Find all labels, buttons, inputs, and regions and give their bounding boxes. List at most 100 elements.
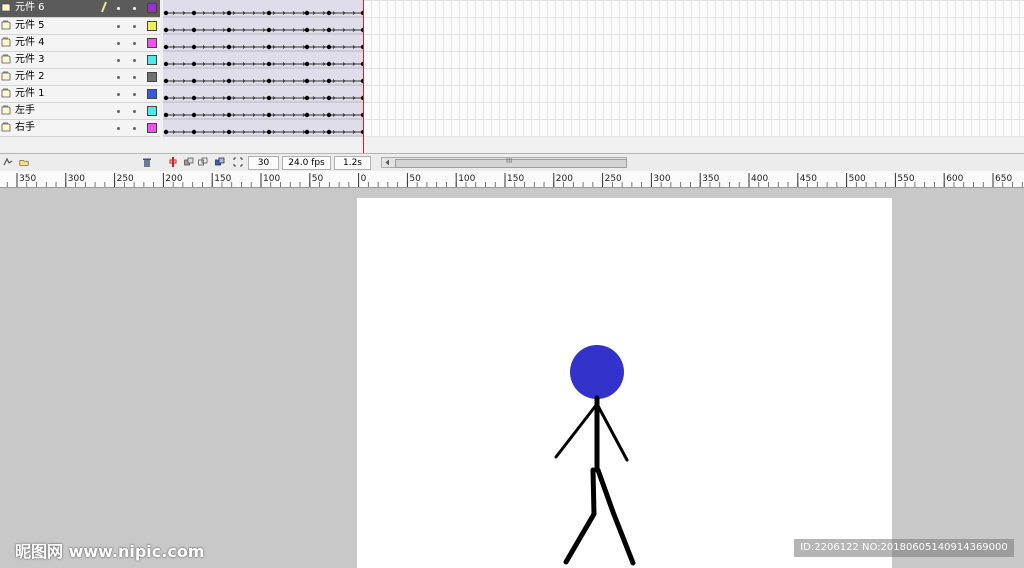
current-frame-field[interactable]: 30 xyxy=(248,156,279,170)
keyframe[interactable] xyxy=(304,78,310,84)
show-layer-toggle[interactable] xyxy=(117,59,120,62)
frame-rate-field[interactable]: 24.0 fps xyxy=(282,156,331,170)
scroll-thumb[interactable]: III xyxy=(395,157,627,168)
elapsed-time-field[interactable]: 1.2s xyxy=(334,156,371,170)
keyframe[interactable] xyxy=(304,129,310,135)
modify-onion-markers-icon[interactable] xyxy=(233,157,243,167)
onion-skin-icon[interactable] xyxy=(184,157,194,167)
stick-figure-right-arm[interactable] xyxy=(595,402,629,462)
keyframe[interactable] xyxy=(163,61,169,67)
layer-row[interactable]: 元件 5 xyxy=(0,18,160,35)
keyframe[interactable] xyxy=(191,95,197,101)
show-layer-toggle[interactable] xyxy=(117,110,120,113)
keyframe[interactable] xyxy=(326,112,332,118)
insert-folder-icon[interactable] xyxy=(19,157,29,167)
keyframe[interactable] xyxy=(226,95,232,101)
keyframe[interactable] xyxy=(226,129,232,135)
keyframe[interactable] xyxy=(266,129,272,135)
keyframe[interactable] xyxy=(191,10,197,16)
tween-span-area[interactable] xyxy=(163,0,366,137)
keyframe[interactable] xyxy=(226,112,232,118)
keyframe[interactable] xyxy=(191,61,197,67)
outline-color-swatch[interactable] xyxy=(147,3,157,13)
keyframe[interactable] xyxy=(304,61,310,67)
keyframe[interactable] xyxy=(304,27,310,33)
playhead[interactable] xyxy=(363,0,364,153)
keyframe[interactable] xyxy=(163,78,169,84)
keyframe[interactable] xyxy=(304,44,310,50)
layer-row[interactable]: 右手 xyxy=(0,120,160,137)
keyframe[interactable] xyxy=(326,78,332,84)
keyframe[interactable] xyxy=(191,129,197,135)
keyframe[interactable] xyxy=(226,44,232,50)
keyframe[interactable] xyxy=(191,44,197,50)
lock-layer-toggle[interactable] xyxy=(133,127,136,130)
stick-figure[interactable] xyxy=(357,198,892,568)
keyframe[interactable] xyxy=(163,27,169,33)
layer-row[interactable]: 元件 2 xyxy=(0,69,160,86)
lock-layer-toggle[interactable] xyxy=(133,76,136,79)
keyframe[interactable] xyxy=(304,95,310,101)
outline-color-swatch[interactable] xyxy=(147,72,157,82)
keyframe[interactable] xyxy=(163,44,169,50)
keyframe[interactable] xyxy=(326,129,332,135)
keyframe[interactable] xyxy=(191,27,197,33)
lock-layer-toggle[interactable] xyxy=(133,25,136,28)
outline-color-swatch[interactable] xyxy=(147,55,157,65)
show-layer-toggle[interactable] xyxy=(117,127,120,130)
keyframe[interactable] xyxy=(266,112,272,118)
keyframe[interactable] xyxy=(266,10,272,16)
scroll-left-arrow-icon[interactable] xyxy=(384,159,391,166)
keyframe[interactable] xyxy=(266,78,272,84)
keyframe[interactable] xyxy=(163,10,169,16)
keyframe[interactable] xyxy=(226,10,232,16)
keyframe[interactable] xyxy=(163,95,169,101)
outline-color-swatch[interactable] xyxy=(147,21,157,31)
keyframe[interactable] xyxy=(266,61,272,67)
show-layer-toggle[interactable] xyxy=(117,42,120,45)
stick-figure-left-arm[interactable] xyxy=(554,402,599,459)
keyframe[interactable] xyxy=(163,112,169,118)
show-layer-toggle[interactable] xyxy=(117,76,120,79)
keyframe[interactable] xyxy=(226,78,232,84)
layer-row[interactable]: 元件 4 xyxy=(0,35,160,52)
show-layer-toggle[interactable] xyxy=(117,7,120,10)
keyframe[interactable] xyxy=(163,129,169,135)
keyframe[interactable] xyxy=(304,10,310,16)
timeline-horizontal-scrollbar[interactable]: III xyxy=(381,157,627,168)
show-layer-toggle[interactable] xyxy=(117,25,120,28)
stick-figure-right-leg[interactable] xyxy=(595,467,636,566)
stick-figure-left-leg[interactable] xyxy=(563,467,597,565)
keyframe[interactable] xyxy=(326,10,332,16)
show-layer-toggle[interactable] xyxy=(117,93,120,96)
outline-color-swatch[interactable] xyxy=(147,38,157,48)
delete-layer-icon[interactable] xyxy=(142,157,152,167)
lock-layer-toggle[interactable] xyxy=(133,7,136,10)
outline-color-swatch[interactable] xyxy=(147,106,157,116)
keyframe[interactable] xyxy=(266,44,272,50)
edit-multiple-frames-icon[interactable] xyxy=(215,157,225,167)
lock-layer-toggle[interactable] xyxy=(133,42,136,45)
keyframe[interactable] xyxy=(326,61,332,67)
keyframe[interactable] xyxy=(226,61,232,67)
layer-row[interactable]: 元件 6 xyxy=(0,0,160,18)
stick-figure-head[interactable] xyxy=(570,345,624,399)
lock-layer-toggle[interactable] xyxy=(133,110,136,113)
keyframe[interactable] xyxy=(266,95,272,101)
onion-skin-outlines-icon[interactable] xyxy=(198,157,208,167)
outline-color-swatch[interactable] xyxy=(147,123,157,133)
keyframe[interactable] xyxy=(304,112,310,118)
layer-row[interactable]: 元件 3 xyxy=(0,52,160,69)
frame-grid[interactable] xyxy=(163,0,1024,137)
lock-layer-toggle[interactable] xyxy=(133,93,136,96)
keyframe[interactable] xyxy=(226,27,232,33)
lock-layer-toggle[interactable] xyxy=(133,59,136,62)
outline-color-swatch[interactable] xyxy=(147,89,157,99)
layer-row[interactable]: 左手 xyxy=(0,103,160,120)
keyframe[interactable] xyxy=(326,44,332,50)
keyframe[interactable] xyxy=(326,95,332,101)
keyframe[interactable] xyxy=(326,27,332,33)
layer-row[interactable]: 元件 1 xyxy=(0,86,160,103)
keyframe[interactable] xyxy=(266,27,272,33)
keyframe[interactable] xyxy=(191,112,197,118)
